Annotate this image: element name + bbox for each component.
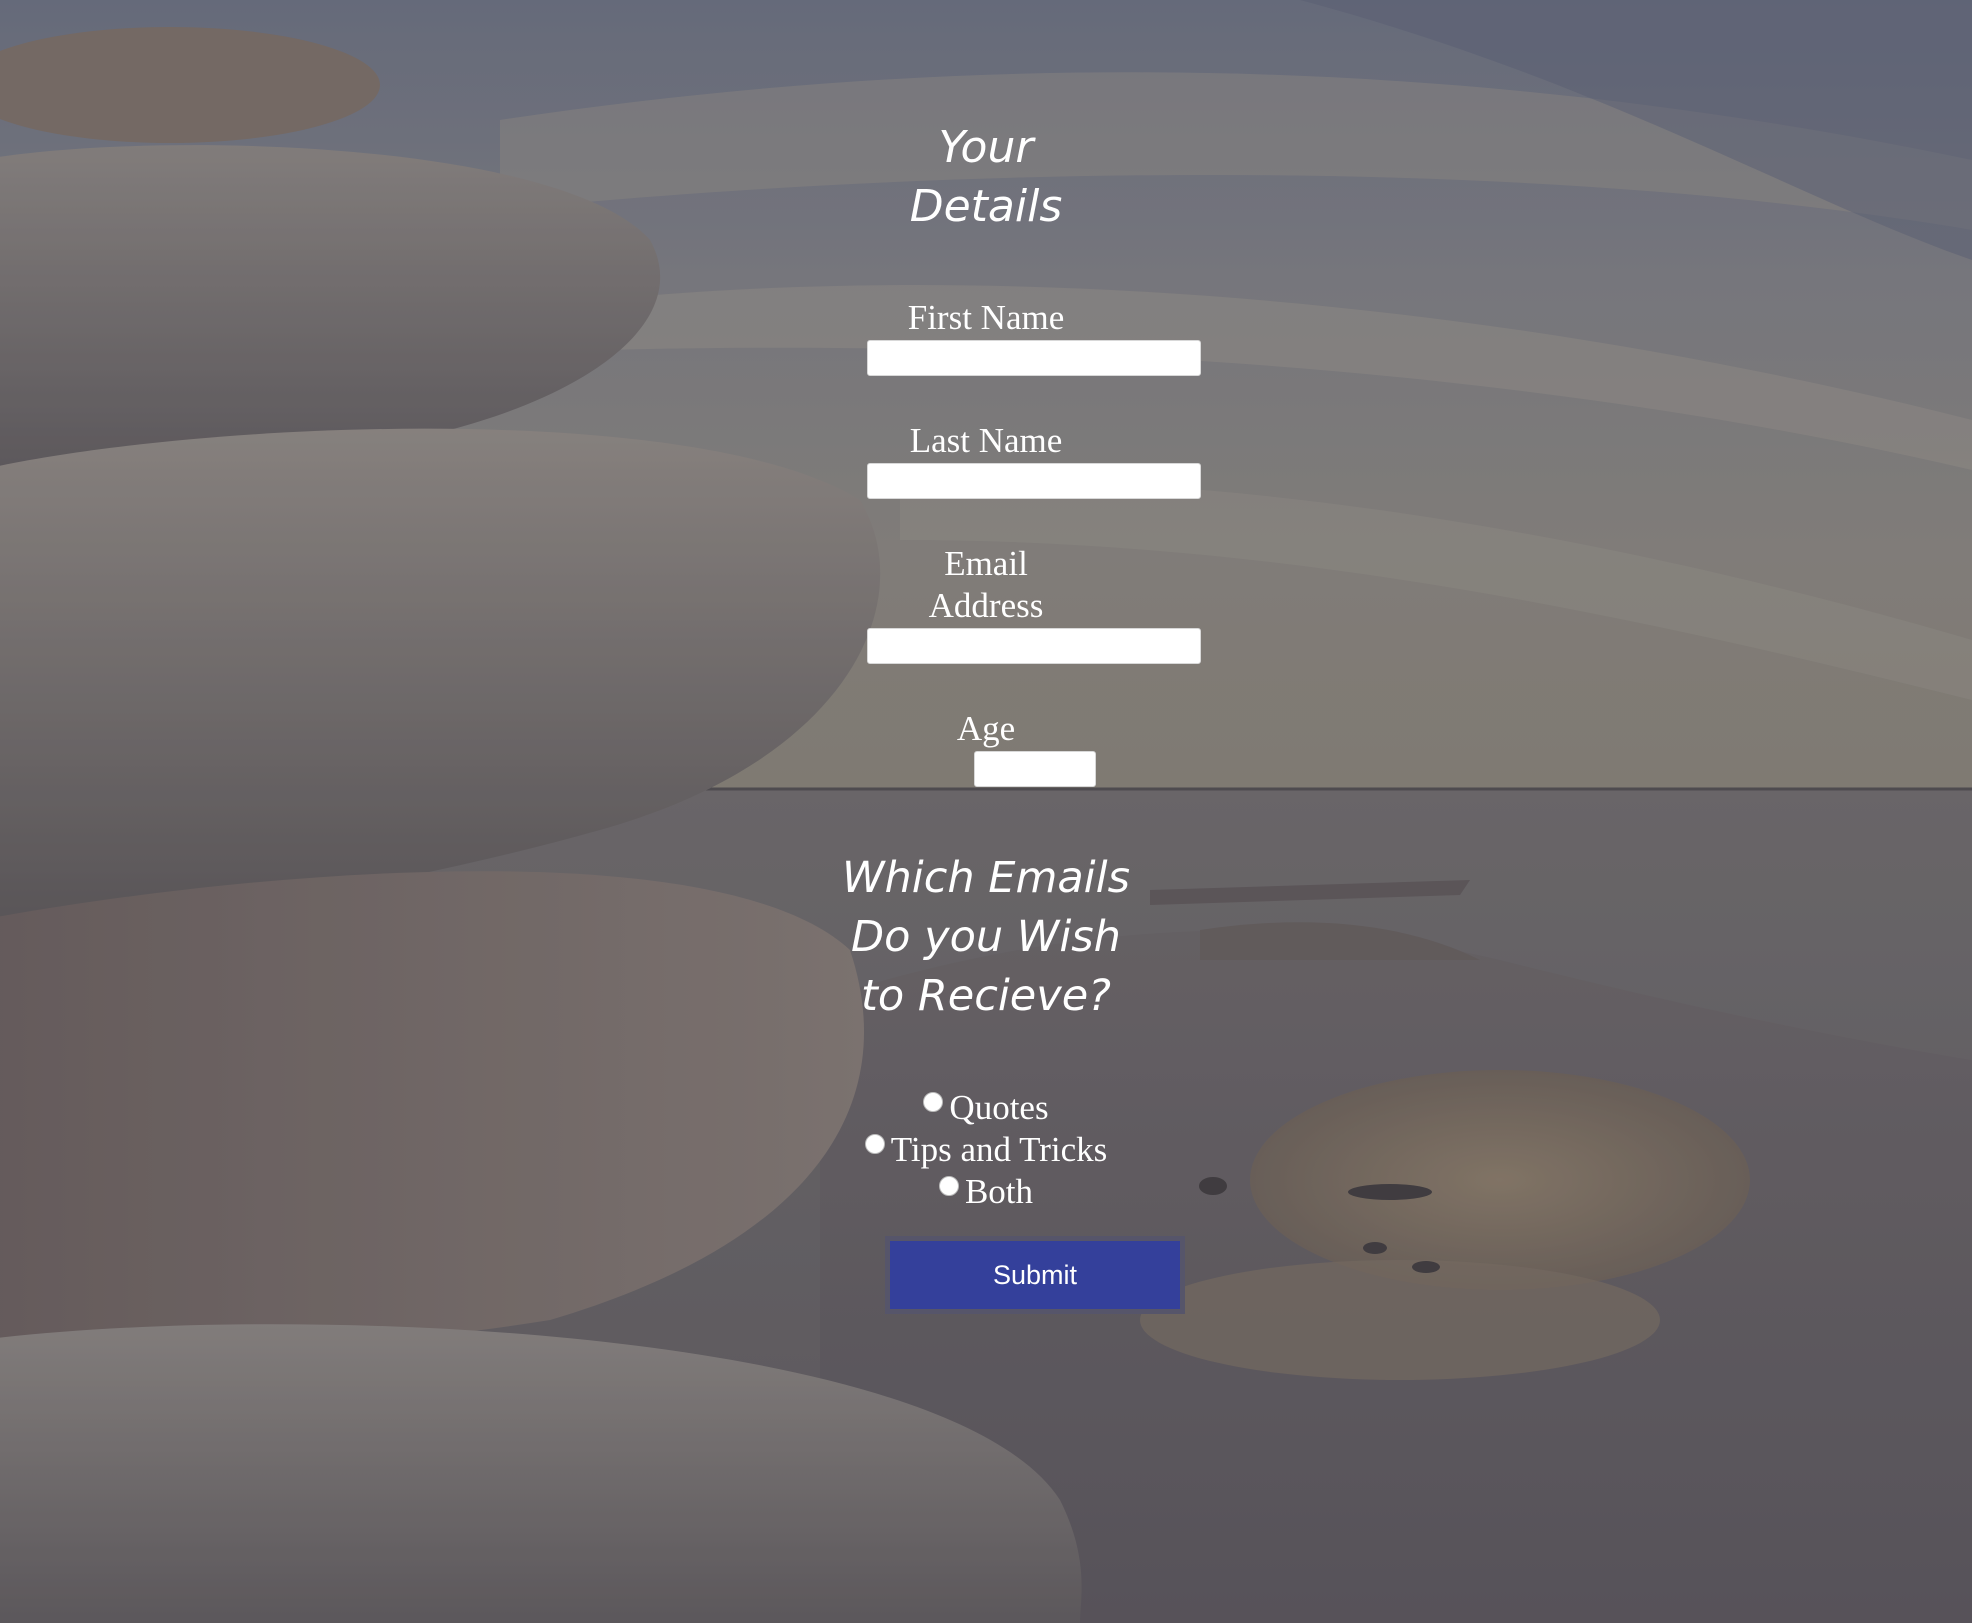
radio-button-icon[interactable]	[938, 1176, 959, 1196]
radio-label: Tips and Tricks	[890, 1130, 1108, 1169]
emails-heading-line: Do you Wish	[851, 912, 1121, 962]
email-label: Email Address	[0, 543, 1972, 627]
radio-option-quotes[interactable]: Quotes	[0, 1087, 1972, 1129]
radio-button-icon[interactable]	[864, 1134, 885, 1154]
signup-form: Your Details First Name Last Name Email …	[0, 0, 1972, 1623]
age-input[interactable]	[974, 751, 1096, 787]
first-name-input[interactable]	[867, 340, 1201, 376]
radio-option-both[interactable]: Both	[0, 1171, 1972, 1213]
emails-heading-line: Which Emails	[842, 853, 1130, 903]
email-input[interactable]	[867, 628, 1201, 664]
details-heading-line: Details	[909, 181, 1063, 232]
radio-option-tips-and-tricks[interactable]: Tips and Tricks	[0, 1129, 1972, 1171]
details-heading-line: Your	[938, 122, 1034, 173]
age-label: Age	[956, 709, 1016, 748]
email-label-line: Email	[944, 544, 1028, 583]
last-name-input[interactable]	[867, 463, 1201, 499]
submit-button[interactable]: Submit	[885, 1236, 1185, 1314]
email-label-line: Address	[928, 586, 1044, 625]
last-name-label: Last Name	[909, 421, 1063, 460]
radio-button-icon[interactable]	[923, 1092, 944, 1112]
radio-label: Both	[964, 1172, 1034, 1211]
first-name-label: First Name	[907, 298, 1065, 337]
details-heading: Your Details	[0, 118, 1972, 236]
emails-heading: Which Emails Do you Wish to Recieve?	[0, 849, 1972, 1026]
emails-heading-line: to Recieve?	[861, 971, 1111, 1021]
radio-label: Quotes	[949, 1088, 1049, 1127]
